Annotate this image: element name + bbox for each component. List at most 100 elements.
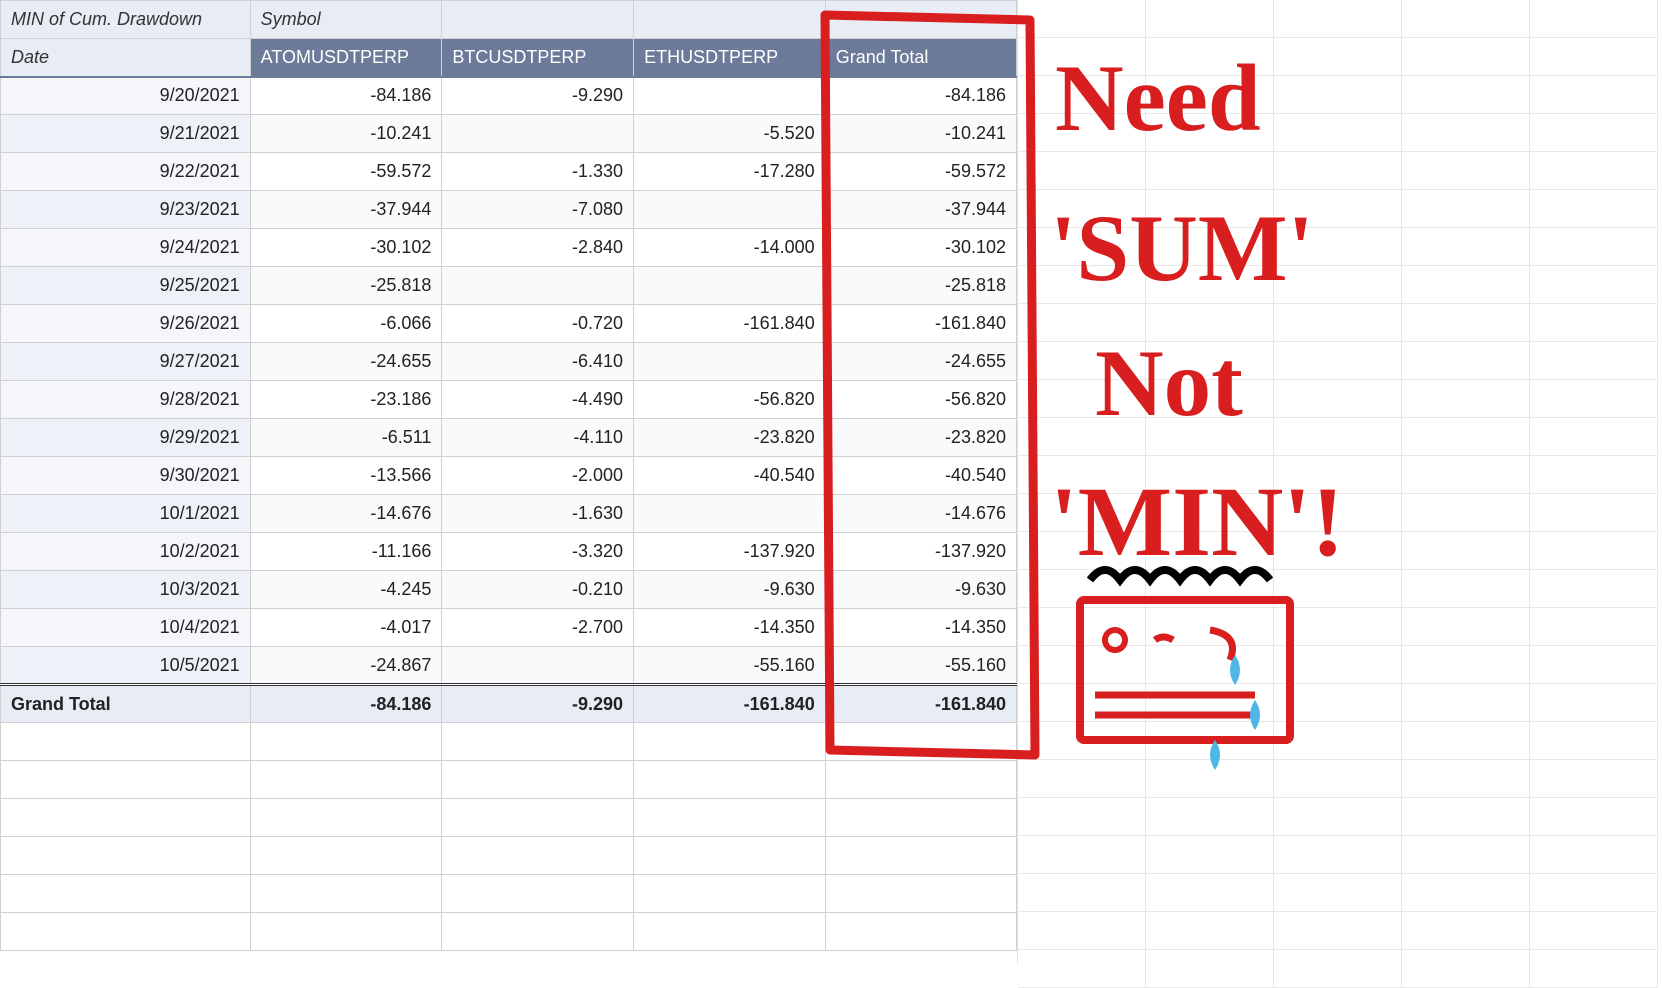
- blank-cell[interactable]: [1018, 342, 1146, 380]
- pivot-value-cell[interactable]: -25.818: [250, 267, 442, 305]
- blank-cell[interactable]: [1146, 836, 1274, 874]
- blank-cell[interactable]: [1530, 836, 1658, 874]
- pivot-value-cell[interactable]: -3.320: [442, 533, 634, 571]
- blank-cell[interactable]: [1530, 684, 1658, 722]
- blank-cell[interactable]: [1402, 114, 1530, 152]
- blank-cell[interactable]: [1146, 798, 1274, 836]
- pivot-data-row[interactable]: 9/30/2021-13.566-2.000-40.540-40.540: [1, 457, 1017, 495]
- pivot-date-cell[interactable]: 10/3/2021: [1, 571, 251, 609]
- pivot-header-blank[interactable]: [634, 1, 826, 39]
- pivot-value-cell[interactable]: [442, 115, 634, 153]
- blank-cell[interactable]: [1274, 456, 1402, 494]
- blank-cell[interactable]: [1402, 38, 1530, 76]
- blank-cell[interactable]: [1274, 418, 1402, 456]
- pivot-value-cell[interactable]: -56.820: [634, 381, 826, 419]
- pivot-value-cell[interactable]: -37.944: [825, 191, 1016, 229]
- spreadsheet[interactable]: MIN of Cum. Drawdown Symbol Date ATOMUSD…: [0, 0, 1662, 964]
- blank-cell[interactable]: [1018, 950, 1146, 988]
- blank-cell[interactable]: [1402, 532, 1530, 570]
- pivot-value-cell[interactable]: -11.166: [250, 533, 442, 571]
- pivot-value-cell[interactable]: -137.920: [634, 533, 826, 571]
- pivot-value-cell[interactable]: -24.655: [250, 343, 442, 381]
- blank-cell[interactable]: [1274, 266, 1402, 304]
- pivot-data-row[interactable]: 9/29/2021-6.511-4.110-23.820-23.820: [1, 419, 1017, 457]
- pivot-value-cell[interactable]: -7.080: [442, 191, 634, 229]
- pivot-data-row[interactable]: 9/28/2021-23.186-4.490-56.820-56.820: [1, 381, 1017, 419]
- pivot-value-cell[interactable]: [442, 267, 634, 305]
- blank-cell[interactable]: [1018, 114, 1146, 152]
- pivot-value-cell[interactable]: -84.186: [825, 77, 1016, 115]
- pivot-data-row[interactable]: 10/2/2021-11.166-3.320-137.920-137.920: [1, 533, 1017, 571]
- pivot-value-cell[interactable]: [634, 267, 826, 305]
- blank-cell[interactable]: [1146, 228, 1274, 266]
- blank-cell[interactable]: [1018, 190, 1146, 228]
- blank-cell[interactable]: [1146, 0, 1274, 38]
- pivot-value-cell[interactable]: -161.840: [634, 305, 826, 343]
- blank-cell[interactable]: [1018, 646, 1146, 684]
- pivot-date-cell[interactable]: 9/27/2021: [1, 343, 251, 381]
- blank-cell[interactable]: [1402, 190, 1530, 228]
- pivot-value-cell[interactable]: -37.944: [250, 191, 442, 229]
- pivot-header-row-2[interactable]: Date ATOMUSDTPERP BTCUSDTPERP ETHUSDTPER…: [1, 39, 1017, 77]
- pivot-grand-total-cell[interactable]: -9.290: [442, 685, 634, 723]
- blank-cell[interactable]: [1018, 152, 1146, 190]
- blank-cell[interactable]: [1530, 38, 1658, 76]
- pivot-date-cell[interactable]: 9/30/2021: [1, 457, 251, 495]
- blank-cell[interactable]: [1274, 570, 1402, 608]
- blank-cell[interactable]: [1402, 760, 1530, 798]
- blank-cell[interactable]: [1146, 646, 1274, 684]
- blank-cell[interactable]: [1146, 456, 1274, 494]
- blank-cell[interactable]: [1530, 380, 1658, 418]
- blank-cell[interactable]: [1018, 266, 1146, 304]
- blank-cell[interactable]: [1402, 836, 1530, 874]
- pivot-grand-total-cell[interactable]: -84.186: [250, 685, 442, 723]
- blank-cell[interactable]: [1530, 608, 1658, 646]
- pivot-value-cell[interactable]: -40.540: [825, 457, 1016, 495]
- blank-cell[interactable]: [1146, 760, 1274, 798]
- pivot-value-cell[interactable]: [634, 77, 826, 115]
- blank-cell[interactable]: [1274, 874, 1402, 912]
- pivot-value-cell[interactable]: -25.818: [825, 267, 1016, 305]
- blank-cell[interactable]: [1146, 266, 1274, 304]
- pivot-value-cell[interactable]: -6.410: [442, 343, 634, 381]
- pivot-value-cell[interactable]: -24.867: [250, 647, 442, 685]
- blank-cell[interactable]: [1018, 684, 1146, 722]
- pivot-value-cell[interactable]: -84.186: [250, 77, 442, 115]
- blank-cell[interactable]: [1274, 114, 1402, 152]
- pivot-value-cell[interactable]: -23.820: [825, 419, 1016, 457]
- pivot-value-cell[interactable]: -4.245: [250, 571, 442, 609]
- blank-cell[interactable]: [1018, 418, 1146, 456]
- blank-cell[interactable]: [1146, 418, 1274, 456]
- pivot-date-cell[interactable]: 9/20/2021: [1, 77, 251, 115]
- blank-spreadsheet-area[interactable]: [1018, 0, 1662, 964]
- blank-cell[interactable]: [1018, 0, 1146, 38]
- pivot-value-cell[interactable]: -5.520: [634, 115, 826, 153]
- blank-cell[interactable]: [1402, 418, 1530, 456]
- pivot-col-header[interactable]: ETHUSDTPERP: [634, 39, 826, 77]
- pivot-col-header[interactable]: Grand Total: [825, 39, 1016, 77]
- empty-row[interactable]: [1, 875, 1017, 913]
- pivot-value-cell[interactable]: -4.490: [442, 381, 634, 419]
- pivot-value-cell[interactable]: -10.241: [825, 115, 1016, 153]
- blank-cell[interactable]: [1530, 760, 1658, 798]
- pivot-value-cell[interactable]: -137.920: [825, 533, 1016, 571]
- blank-cell[interactable]: [1146, 380, 1274, 418]
- empty-row[interactable]: [1, 799, 1017, 837]
- blank-cell[interactable]: [1018, 38, 1146, 76]
- pivot-date-cell[interactable]: 9/21/2021: [1, 115, 251, 153]
- blank-cell[interactable]: [1530, 0, 1658, 38]
- blank-cell[interactable]: [1146, 342, 1274, 380]
- blank-cell[interactable]: [1530, 722, 1658, 760]
- pivot-header-blank[interactable]: [825, 1, 1016, 39]
- blank-cell[interactable]: [1146, 114, 1274, 152]
- blank-cell[interactable]: [1018, 228, 1146, 266]
- pivot-value-cell[interactable]: -30.102: [825, 229, 1016, 267]
- blank-cell[interactable]: [1530, 798, 1658, 836]
- blank-cell[interactable]: [1274, 228, 1402, 266]
- pivot-corner-label[interactable]: MIN of Cum. Drawdown: [1, 1, 251, 39]
- pivot-col-header[interactable]: ATOMUSDTPERP: [250, 39, 442, 77]
- blank-cell[interactable]: [1274, 0, 1402, 38]
- pivot-date-cell[interactable]: 9/23/2021: [1, 191, 251, 229]
- pivot-date-label[interactable]: Date: [1, 39, 251, 77]
- blank-cell[interactable]: [1274, 950, 1402, 988]
